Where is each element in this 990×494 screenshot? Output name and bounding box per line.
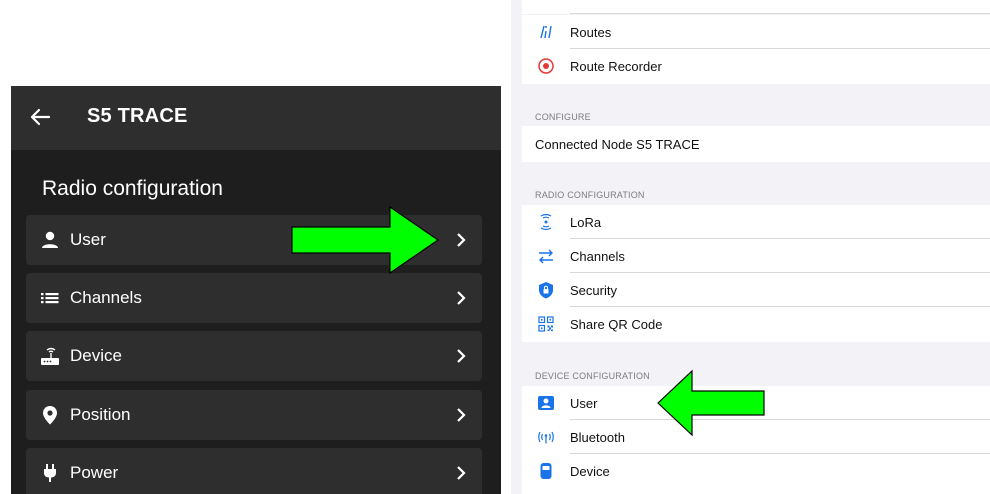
green-arrow-left-icon xyxy=(657,369,765,437)
bluetooth-signal-icon xyxy=(538,431,554,444)
menu-item-power[interactable]: Power xyxy=(26,448,482,494)
menu-item-device[interactable]: Device xyxy=(26,331,482,381)
list-item-lora[interactable]: LoRa xyxy=(522,205,990,239)
menu-item-position[interactable]: Position xyxy=(26,390,482,440)
list-item-label: Share QR Code xyxy=(570,317,663,332)
list-item-routes[interactable]: Routes xyxy=(522,15,990,49)
list-item-label: Channels xyxy=(570,249,625,264)
list-item-label: Device xyxy=(570,464,610,479)
user-card-icon xyxy=(538,396,554,410)
list-item-share-qr[interactable]: Share QR Code xyxy=(522,307,990,342)
menu-item-label: Position xyxy=(70,405,131,424)
menu-item-label: Power xyxy=(70,463,119,482)
chevron-right-icon xyxy=(457,466,466,480)
list-item-label: Route Recorder xyxy=(570,59,662,74)
list-icon xyxy=(41,293,59,304)
list-item-label: Routes xyxy=(570,25,612,40)
back-arrow-icon[interactable] xyxy=(29,106,51,128)
menu-item-label: Device xyxy=(70,346,122,365)
top-app-bar: S5 TRACE xyxy=(11,86,501,150)
section-header-device: DEVICE CONFIGURATION xyxy=(535,371,650,381)
android-settings-screen: S5 TRACE Radio configuration User Channe… xyxy=(11,86,501,494)
chevron-right-icon xyxy=(457,291,466,305)
section-header-radio: RADIO CONFIGURATION xyxy=(535,190,645,200)
menu-item-label: Channels xyxy=(70,288,142,307)
record-icon xyxy=(538,58,554,74)
list-item-label: User xyxy=(570,396,598,411)
device-icon xyxy=(540,463,552,479)
list-item-channels[interactable]: Channels xyxy=(522,239,990,273)
channels-icon xyxy=(539,249,553,264)
lora-antenna-icon xyxy=(540,213,552,231)
list-item-label: LoRa xyxy=(570,215,602,230)
chevron-right-icon xyxy=(457,349,466,363)
shield-lock-icon xyxy=(539,282,553,299)
list-item-label: Bluetooth xyxy=(570,430,625,445)
person-icon xyxy=(42,231,58,248)
green-arrow-right-icon xyxy=(291,205,440,275)
list-item-label: Connected Node S5 TRACE xyxy=(535,137,700,152)
qr-code-icon xyxy=(538,316,554,332)
menu-item-label: User xyxy=(70,230,106,249)
list-item-security[interactable]: Security xyxy=(522,273,990,307)
router-icon xyxy=(41,347,59,365)
list-item-connected-node[interactable]: Connected Node S5 TRACE xyxy=(522,126,990,162)
section-header-configure: CONFIGURE xyxy=(535,112,591,122)
power-plug-icon xyxy=(44,464,56,482)
menu-item-channels[interactable]: Channels xyxy=(26,273,482,323)
section-title: Radio configuration xyxy=(42,177,223,200)
list-item-route-recorder[interactable]: Route Recorder xyxy=(522,49,990,84)
screen-title: S5 TRACE xyxy=(87,105,188,127)
clipped-row xyxy=(522,0,990,14)
list-item-device[interactable]: Device xyxy=(522,454,990,494)
location-pin-icon xyxy=(43,406,57,425)
chevron-right-icon xyxy=(457,233,466,247)
chevron-right-icon xyxy=(457,408,466,422)
list-item-label: Security xyxy=(570,283,617,298)
routes-icon xyxy=(540,25,552,39)
